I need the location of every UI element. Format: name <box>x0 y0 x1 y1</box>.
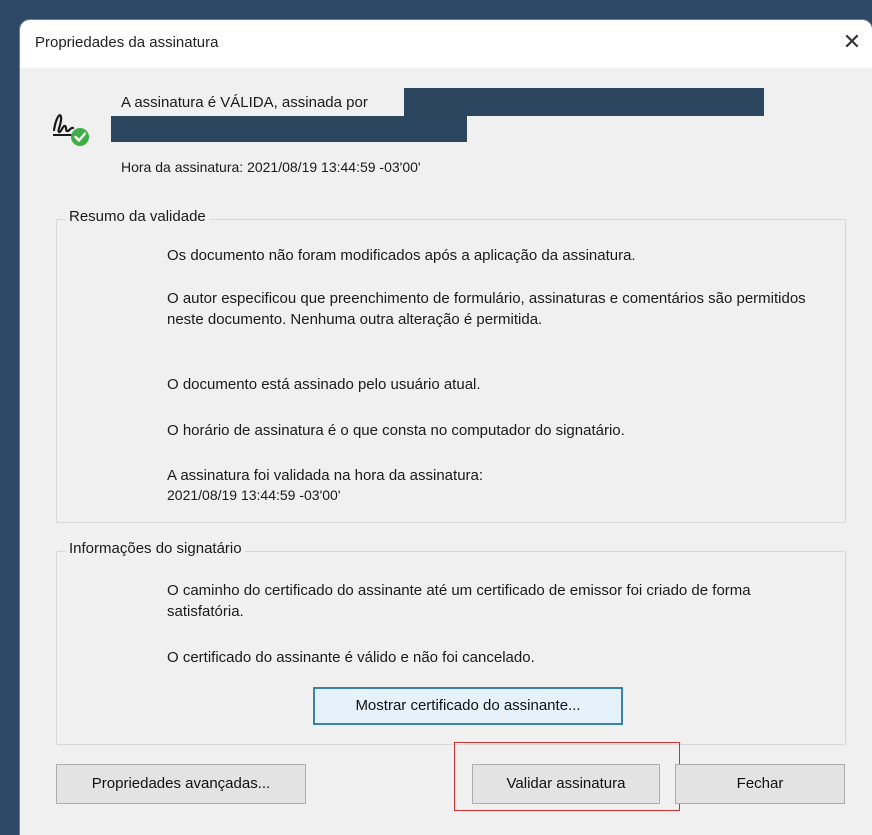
signature-status-text: A assinatura é VÁLIDA, assinada por <box>121 94 368 111</box>
validity-line: O autor especificou que preenchimento de… <box>167 290 806 328</box>
signature-properties-dialog: Propriedades da assinatura ✕ A assinatur… <box>20 20 872 835</box>
validity-line: O horário de assinatura é o que consta n… <box>167 422 625 439</box>
signature-time-label: Hora da assinatura: <box>121 159 244 175</box>
validity-line: O documento está assinado pelo usuário a… <box>167 376 481 393</box>
signature-time-row: Hora da assinatura: 2021/08/19 13:44:59 … <box>121 159 421 175</box>
valid-signature-icon <box>52 114 89 146</box>
signer-info-title: Informações do signatário <box>66 540 245 557</box>
validity-summary-title: Resumo da validade <box>66 208 209 225</box>
close-icon[interactable]: ✕ <box>838 28 866 56</box>
signer-info-line: O caminho do certificado do assinante at… <box>167 582 751 620</box>
validity-line: Os documento não foram modificados após … <box>167 247 636 264</box>
title-bar: Propriedades da assinatura ✕ <box>20 20 872 68</box>
validity-line: A assinatura foi validada na hora da ass… <box>167 467 484 484</box>
validity-line-timestamp: 2021/08/19 13:44:59 -03'00' <box>167 487 341 503</box>
advanced-properties-button[interactable]: Propriedades avançadas... <box>56 764 306 804</box>
redacted-signer-name <box>404 88 764 116</box>
show-signer-certificate-button[interactable]: Mostrar certificado do assinante... <box>313 687 623 725</box>
dialog-title: Propriedades da assinatura <box>35 34 219 51</box>
validate-signature-button[interactable]: Validar assinatura <box>472 764 660 804</box>
signature-time-value: 2021/08/19 13:44:59 -03'00' <box>247 159 421 175</box>
signer-info-line: O certificado do assinante é válido e nã… <box>167 649 535 666</box>
close-button[interactable]: Fechar <box>675 764 845 804</box>
redacted-signer-name-continued <box>111 116 467 142</box>
